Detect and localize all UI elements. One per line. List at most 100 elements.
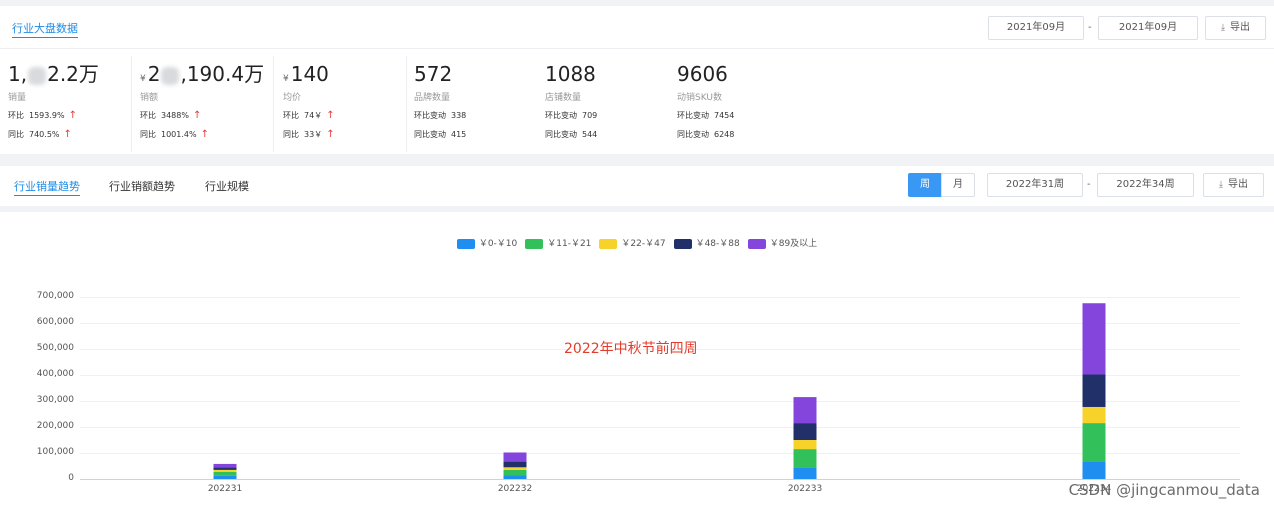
- metric-card: ¥140 均价环比 74￥ ↑ 同比 33￥ ↑: [283, 56, 407, 152]
- bar-segment[interactable]: [213, 471, 237, 476]
- metric-value: 572: [414, 62, 452, 86]
- chart-annotation: 2022年中秋节前四周: [564, 341, 698, 357]
- metric-label: 店铺数量: [545, 93, 582, 103]
- metric-label: 销量: [8, 93, 27, 103]
- x-tick-label: 202231: [207, 484, 243, 494]
- tab-sales-amount-trend[interactable]: 行业销额趋势: [109, 180, 175, 193]
- metric-card: 572 品牌数量环比变动 338 同比变动 415: [414, 56, 538, 152]
- bar-segment[interactable]: [793, 467, 817, 479]
- arrow-up-icon: ↑: [326, 110, 335, 121]
- arrow-up-icon: ↑: [326, 129, 335, 140]
- yoy-value: 415: [451, 130, 467, 139]
- yoy-label: 同比: [140, 130, 156, 139]
- metric-value-start: 140: [290, 62, 329, 86]
- export-button[interactable]: ⤓ 导出: [1205, 16, 1266, 40]
- yoy-value: 6248: [714, 130, 735, 139]
- period-month-button[interactable]: 月: [941, 173, 975, 197]
- mom-value: 7454: [714, 111, 735, 120]
- bar-segment[interactable]: [1082, 374, 1106, 407]
- metric-mom: 环比 1593.9% ↑: [8, 110, 77, 122]
- x-tick-label: 202233: [787, 484, 823, 494]
- mom-value: 338: [451, 111, 467, 120]
- metric-label: 均价: [283, 93, 302, 103]
- bar-segment[interactable]: [793, 440, 817, 450]
- bar-segment[interactable]: [793, 449, 817, 468]
- bar-segment[interactable]: [793, 423, 817, 440]
- mom-label: 环比变动: [414, 111, 446, 120]
- metric-value: 1088: [545, 62, 596, 86]
- metric-value: 1, 2.2万: [8, 62, 99, 86]
- bar-segment[interactable]: [503, 475, 527, 479]
- tab-sales-volume-trend[interactable]: 行业销量趋势: [14, 180, 80, 196]
- yoy-label: 同比变动: [677, 130, 709, 139]
- mom-label: 环比变动: [545, 111, 577, 120]
- bar-segment[interactable]: [503, 469, 527, 476]
- start-month-picker[interactable]: 2021年09月: [988, 16, 1084, 40]
- yoy-label: 同比变动: [414, 130, 446, 139]
- metric-mom: 环比变动 709: [545, 110, 597, 122]
- tab-market-data[interactable]: 行业大盘数据: [12, 22, 78, 38]
- period-week-button[interactable]: 周: [908, 173, 942, 197]
- metric-mom: 环比 74￥ ↑: [283, 110, 335, 122]
- yoy-value: 33￥: [304, 130, 323, 139]
- metric-value-start: 9606: [677, 62, 728, 86]
- yoy-value: 740.5%: [29, 130, 60, 139]
- divider: [0, 48, 1274, 49]
- arrow-up-icon: ↑: [63, 129, 72, 140]
- metric-yoy: 同比变动 415: [414, 129, 466, 141]
- bar-segment[interactable]: [213, 463, 237, 468]
- date-separator: -: [1088, 22, 1092, 33]
- metric-label: 动销SKU数: [677, 93, 722, 103]
- date-separator: -: [1087, 179, 1091, 190]
- mom-label: 环比: [283, 111, 299, 120]
- metric-value: ¥2 ,190.4万: [140, 62, 264, 91]
- bar-segment[interactable]: [1082, 461, 1106, 479]
- stacked-bar-chart: ￥0-￥10 ￥11-￥21 ￥22-￥47 ￥48-￥88 ￥89及以上 700,00…: [0, 212, 1274, 509]
- metric-yoy: 同比变动 6248: [677, 129, 734, 141]
- yoy-value: 544: [582, 130, 598, 139]
- metric-card: ¥2,190.4万 销额 环比 3488% ↑ 同比 1001.4% ↑: [140, 56, 274, 152]
- bar-segment[interactable]: [1082, 303, 1106, 375]
- export-label: 导出: [1229, 22, 1250, 33]
- metric-mom: 环比 3488% ↑: [140, 110, 201, 122]
- bar-segment[interactable]: [503, 452, 527, 462]
- metric-value: ¥140: [283, 62, 329, 91]
- export-button[interactable]: ⤓ 导出: [1203, 173, 1264, 197]
- bar-segment[interactable]: [1082, 423, 1106, 462]
- chart-plot-area: [213, 303, 1106, 479]
- metric-yoy: 同比变动 544: [545, 129, 597, 141]
- metric-value-start: 572: [414, 62, 453, 86]
- bar-segment[interactable]: [793, 397, 817, 424]
- metric-value-start: 1088: [545, 62, 596, 86]
- currency-symbol: ¥: [140, 74, 146, 84]
- end-month-picker[interactable]: 2021年09月: [1098, 16, 1198, 40]
- mom-value: 74￥: [304, 111, 323, 120]
- download-icon: ⤓: [1221, 23, 1225, 33]
- metric-value-end: ,190.4万: [180, 62, 265, 86]
- metric-value-end: 2.2万: [47, 62, 99, 86]
- metric-yoy: 同比 1001.4% ↑: [140, 129, 209, 141]
- end-week-picker[interactable]: 2022年34周: [1097, 173, 1194, 197]
- bar-segment[interactable]: [213, 475, 237, 479]
- metric-value-start: 1,: [8, 62, 28, 86]
- bar-segment[interactable]: [503, 467, 527, 470]
- bar-segment[interactable]: [213, 467, 237, 470]
- bar-segment[interactable]: [213, 469, 237, 472]
- metric-yoy: 同比 33￥ ↑: [283, 129, 335, 141]
- arrow-up-icon: ↑: [200, 129, 209, 140]
- tab-industry-scale[interactable]: 行业规模: [205, 180, 249, 193]
- bar-segment[interactable]: [503, 461, 527, 468]
- metric-mom: 环比变动 7454: [677, 110, 734, 122]
- yoy-value: 1001.4%: [161, 130, 197, 139]
- redacted-mask: [28, 66, 47, 85]
- yoy-label: 同比: [283, 130, 299, 139]
- metric-label: 品牌数量: [414, 93, 451, 103]
- mom-label: 环比变动: [677, 111, 709, 120]
- metric-mom: 环比变动 338: [414, 110, 466, 122]
- bar-segment[interactable]: [1082, 406, 1106, 424]
- export-label: 导出: [1227, 179, 1248, 190]
- metric-value: 9606: [677, 62, 728, 86]
- mom-value: 3488%: [161, 111, 189, 120]
- start-week-picker[interactable]: 2022年31周: [987, 173, 1083, 197]
- download-icon: ⤓: [1219, 180, 1223, 190]
